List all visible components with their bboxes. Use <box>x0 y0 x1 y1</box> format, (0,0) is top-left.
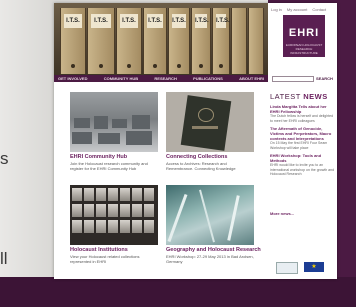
partner-logo[interactable] <box>276 262 298 274</box>
top-links: Log in My account Contact <box>271 7 326 12</box>
footer-logos: ★ <box>276 262 324 274</box>
tile-community-hub[interactable]: EHRI Community Hub Join the Holocaust re… <box>70 92 158 172</box>
news-item[interactable]: Linda Margitta Tells about her EHRI Fell… <box>270 104 334 123</box>
tile-description: EHRI Workshop: 27-29 May 2013 in Bad Aro… <box>166 254 254 264</box>
tile-geography-research[interactable]: Geography and Holocaust Research EHRI Wo… <box>166 185 261 265</box>
news-item-desc: The Dutch fellow is herself and delighte… <box>270 114 334 123</box>
eu-flag-logo: ★ <box>304 262 324 272</box>
tile-title[interactable]: Geography and Holocaust Research <box>166 247 261 253</box>
nav-item-community-hub[interactable]: Community Hub <box>104 75 138 82</box>
archive-binder: I.T.S. <box>168 8 190 74</box>
news-item-title[interactable]: Linda Margitta Tells about her EHRI Fell… <box>270 104 334 114</box>
news-item-desc: EHRI would like to invite you to an inte… <box>270 163 335 176</box>
tile-description: Access to Archives: Research and Remembr… <box>166 161 236 171</box>
nav-item-publications[interactable]: Publications <box>193 75 223 82</box>
glass-memorial-photo <box>166 185 254 245</box>
tile-holocaust-institutions[interactable]: Holocaust Institutions View your Holocau… <box>70 185 158 265</box>
tile-connecting-collections[interactable]: Connecting Collections Access to Archive… <box>166 92 254 172</box>
news-item-title[interactable]: The Aftermath of Genocide, Victims and P… <box>270 126 334 141</box>
background-bottom-band <box>0 277 356 307</box>
logo-mark: EHRI <box>288 27 320 39</box>
news-heading: LATEST NEWS <box>270 92 328 101</box>
archive-binder: I.T.S. <box>116 8 142 74</box>
archive-binder <box>248 8 264 74</box>
memorial-photo <box>70 92 158 152</box>
ehri-logo[interactable]: EHRI EUROPEAN HOLOCAUST RESEARCH INFRAST… <box>283 15 325 57</box>
tile-description: Join the Holocaust research community an… <box>70 161 148 171</box>
more-news-link[interactable]: More news... <box>270 211 294 216</box>
news-item[interactable]: EHRI Workshop: Tools and Methods EHRI wo… <box>270 153 334 177</box>
background-text-fragment: ll <box>0 249 8 268</box>
document-photo <box>166 92 254 152</box>
search-button[interactable]: SEARCH <box>316 76 333 81</box>
portraits-photo <box>70 185 158 245</box>
nav-item-research[interactable]: Research <box>154 75 176 82</box>
tile-title[interactable]: Holocaust Institutions <box>70 247 128 253</box>
nav-item-about[interactable]: About EHRI <box>239 75 264 82</box>
tile-description: View your Holocaust related collections … <box>70 254 140 264</box>
archive-binder: I.T.S. <box>87 8 115 74</box>
login-link[interactable]: Log in <box>271 7 282 12</box>
logo-subtitle: EUROPEAN HOLOCAUST RESEARCH INFRASTRUCTU… <box>285 43 323 55</box>
tile-title[interactable]: EHRI Community Hub <box>70 154 127 160</box>
tile-title[interactable]: Connecting Collections <box>166 154 227 160</box>
hero-banner: I.T.S. I.T.S. I.T.S. I.T.S. I.T.S. I.T.S… <box>54 3 268 75</box>
latest-news: LATEST NEWS Linda Margitta Tells about h… <box>270 92 334 177</box>
main-navigation: Get Involved Community Hub Research Publ… <box>54 75 268 82</box>
news-item[interactable]: The Aftermath of Genocide, Victims and P… <box>270 126 334 150</box>
background-text-fragment: s <box>0 149 9 168</box>
archive-binder: I.T.S. <box>143 8 167 74</box>
archive-binder: I.T.S. <box>212 8 230 74</box>
search-input[interactable] <box>272 76 314 82</box>
news-item-desc: On 15 May the first EHRI Four Seam Works… <box>270 141 328 150</box>
contact-link[interactable]: Contact <box>312 7 326 12</box>
archive-binder: I.T.S. <box>60 8 86 74</box>
nav-item-get-involved[interactable]: Get Involved <box>58 75 87 82</box>
website-screenshot: I.T.S. I.T.S. I.T.S. I.T.S. I.T.S. I.T.S… <box>54 3 337 279</box>
archive-binder: I.T.S. <box>191 8 211 74</box>
archive-binder <box>231 8 247 74</box>
my-account-link[interactable]: My account <box>287 7 307 12</box>
news-item-title[interactable]: EHRI Workshop: Tools and Methods <box>270 153 334 163</box>
